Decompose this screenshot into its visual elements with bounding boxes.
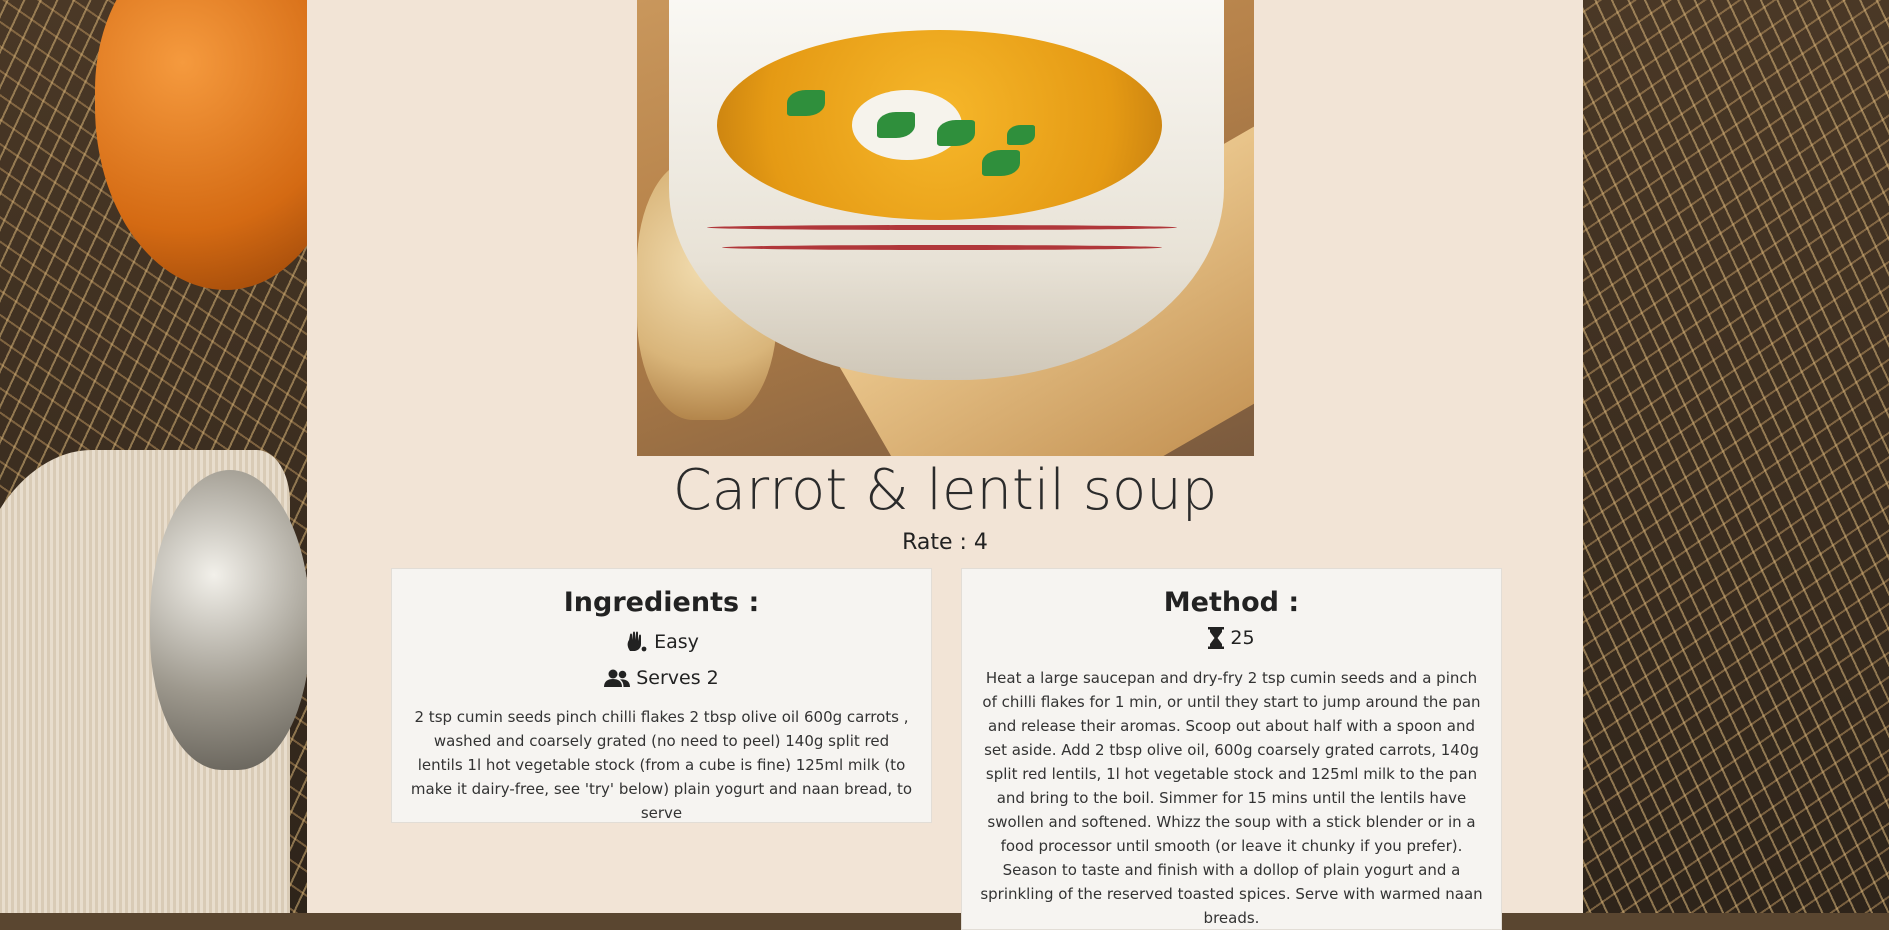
hand-icon	[624, 631, 648, 653]
time-label: 25	[1230, 627, 1255, 649]
method-text: Heat a large saucepan and dry-fry 2 tsp …	[980, 669, 1483, 927]
recipe-rating: Rate : 4	[902, 530, 988, 555]
serves-label: Serves 2	[636, 667, 719, 689]
serves-row: Serves 2	[392, 667, 931, 689]
spoon-decoration	[150, 470, 307, 770]
ingredients-heading: Ingredients :	[563, 587, 760, 618]
orange-pumpkin-decoration	[95, 0, 307, 290]
recipe-panel: Carrot & lentil soup Rate : 4 Ingredient…	[307, 0, 1583, 930]
ingredients-text: 2 tsp cumin seeds pinch chilli flakes 2 …	[410, 708, 913, 822]
method-heading: Method :	[1163, 587, 1300, 618]
background-left	[0, 0, 307, 913]
ingredients-card: Ingredients : Easy Serves 2 2 tsp cumin …	[391, 568, 932, 823]
recipe-title: Carrot & lentil soup	[672, 458, 1218, 523]
users-icon	[604, 668, 631, 688]
hourglass-icon	[1208, 627, 1225, 649]
method-card: Method : 25 Heat a large saucepan and dr…	[961, 568, 1502, 930]
recipe-image	[637, 0, 1254, 456]
difficulty-label: Easy	[654, 631, 699, 653]
time-row: 25	[962, 627, 1501, 649]
difficulty-row: Easy	[392, 631, 931, 653]
background-right	[1583, 0, 1889, 913]
